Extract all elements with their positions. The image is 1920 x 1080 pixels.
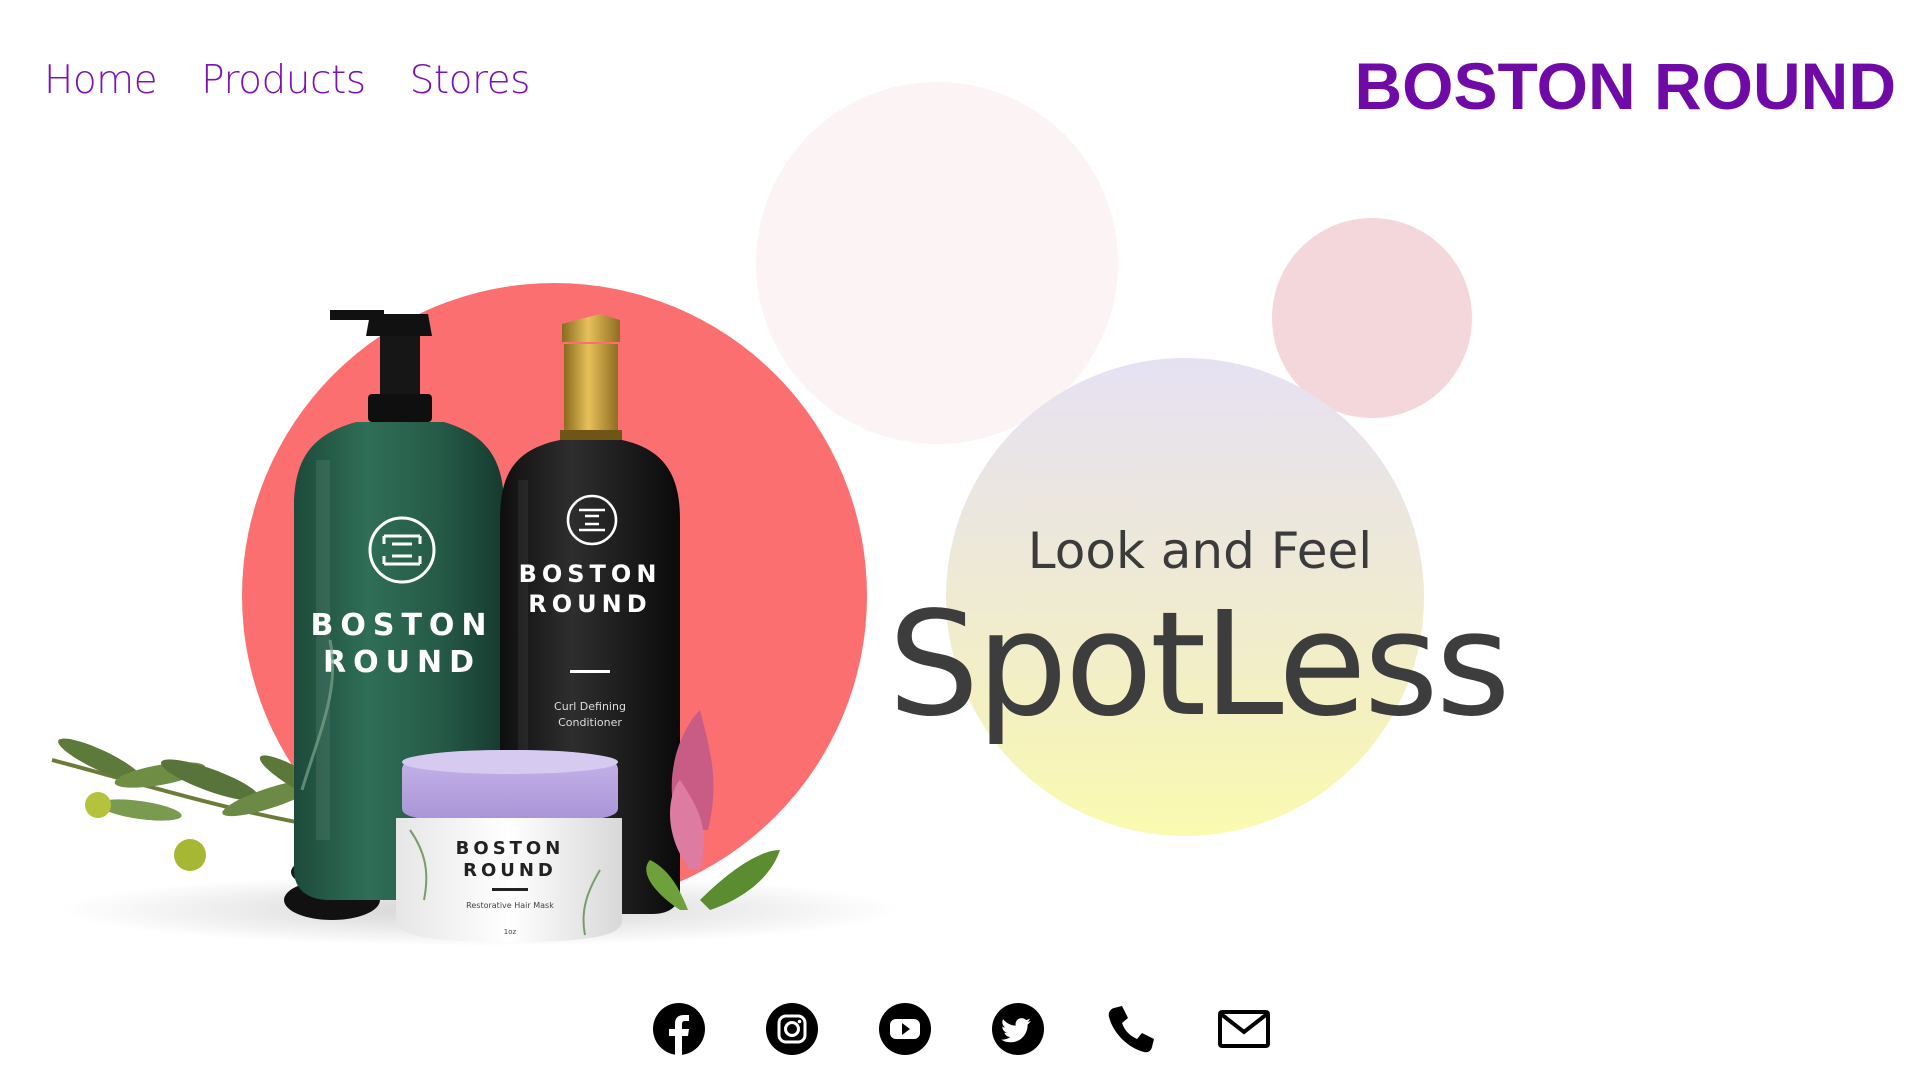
svg-text:ROUND: ROUND	[323, 645, 481, 680]
social-bar	[652, 1002, 1271, 1056]
svg-text:ROUND: ROUND	[463, 860, 557, 881]
nav-home-link[interactable]: Home	[44, 58, 158, 103]
svg-text:Curl Defining: Curl Defining	[554, 700, 626, 713]
hair-mask-jar: BOSTON ROUND Restorative Hair Mask 1oz	[396, 750, 622, 942]
phone-icon[interactable]	[1104, 1002, 1158, 1056]
nav-products-link[interactable]: Products	[201, 58, 366, 103]
mail-icon[interactable]	[1217, 1002, 1271, 1056]
nav-stores-link[interactable]: Stores	[410, 58, 531, 103]
landing-page: Home Products Stores BOSTON ROUND BOSTON…	[0, 0, 1920, 1080]
svg-text:BOSTON: BOSTON	[519, 560, 662, 588]
brand-logo-text[interactable]: BOSTON ROUND	[1336, 48, 1896, 124]
svg-text:1oz: 1oz	[504, 928, 517, 936]
hero-subtitle: Look and Feel	[1027, 522, 1373, 580]
facebook-icon[interactable]	[652, 1002, 706, 1056]
svg-text:ROUND: ROUND	[528, 590, 651, 618]
main-nav: Home Products Stores	[44, 58, 530, 103]
svg-text:BOSTON: BOSTON	[456, 838, 565, 859]
hero-title: SpotLess	[888, 580, 1511, 748]
instagram-icon[interactable]	[765, 1002, 819, 1056]
svg-text:Restorative Hair Mask: Restorative Hair Mask	[466, 901, 554, 910]
svg-text:Conditioner: Conditioner	[558, 716, 622, 729]
twitter-icon[interactable]	[991, 1002, 1045, 1056]
product-hero-image: BOSTON ROUND BOSTON ROUND Curl Defining …	[51, 310, 900, 946]
youtube-icon[interactable]	[878, 1002, 932, 1056]
svg-text:BOSTON: BOSTON	[310, 608, 493, 643]
